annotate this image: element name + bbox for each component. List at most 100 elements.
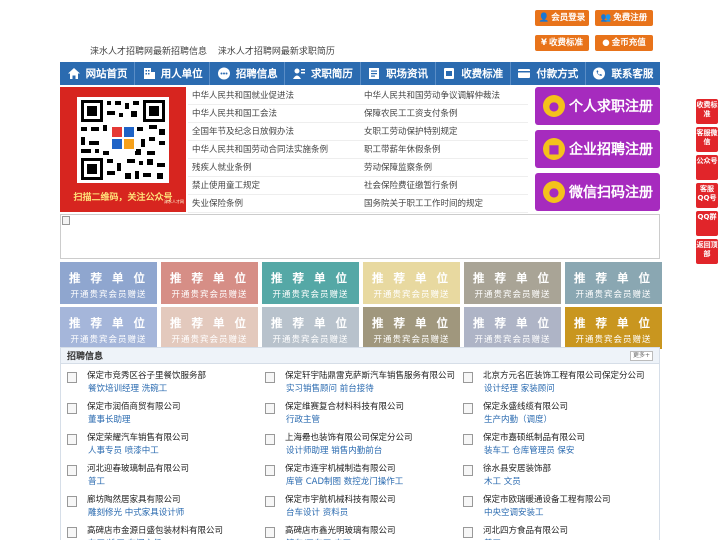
job-positions[interactable]: 库管 CAD制图 数控龙门操作工	[286, 475, 403, 487]
law-link[interactable]: 职工带薪年休假条例	[364, 141, 441, 159]
job-positions[interactable]: 生产内勤（调度）	[484, 413, 552, 425]
recommended-unit-slot[interactable]: 推 荐 单 位开通贵宾会员赠送	[262, 307, 359, 349]
float-qq-group[interactable]: QQ群	[696, 211, 718, 236]
company-name[interactable]: 保定市宇航机械科技有限公司	[285, 493, 396, 505]
nav-contact[interactable]: 联系客服	[586, 62, 660, 85]
job-positions[interactable]: 台车设计 资料员	[286, 506, 348, 518]
float-back-to-top[interactable]: 返回顶部	[696, 239, 718, 264]
job-item[interactable]: 河北迎春玻璃制品有限公司 普工	[61, 462, 257, 493]
law-link[interactable]: 女职工劳动保护特别规定	[364, 123, 458, 141]
law-link[interactable]: 禁止使用童工规定	[192, 177, 260, 195]
recommended-unit-slot[interactable]: 推 荐 单 位开通贵宾会员赠送	[565, 262, 662, 304]
recommended-unit-slot[interactable]: 推 荐 单 位开通贵宾会员赠送	[363, 307, 460, 349]
wechat-register-button[interactable]: ● 微信扫码注册	[535, 173, 660, 211]
login-button[interactable]: 👤 会员登录	[535, 10, 589, 26]
recommended-unit-slot[interactable]: 推 荐 单 位开通贵宾会员赠送	[464, 307, 561, 349]
company-name[interactable]: 保定永盛线缆有限公司	[483, 400, 568, 412]
job-positions[interactable]: 设计经理 家装顾问	[484, 382, 555, 394]
fee-standard-button[interactable]: ¥ 收费标准	[535, 35, 589, 51]
company-name[interactable]: 徐水县安居装饰部	[483, 462, 551, 474]
company-register-button[interactable]: ■ 企业招聘注册	[535, 130, 660, 168]
job-positions[interactable]: 人事专员 喷漆中工	[88, 444, 159, 456]
float-service-qq[interactable]: 客服QQ号	[696, 183, 718, 208]
float-official-account[interactable]: 公众号	[696, 155, 718, 180]
company-name[interactable]: 保定市连宇机械制造有限公司	[285, 462, 396, 474]
job-item[interactable]: 北京方元名匠装饰工程有限公司保定分公司 设计经理 家装顾问	[457, 369, 653, 400]
nav-payment[interactable]: 付款方式	[511, 62, 585, 85]
law-link[interactable]: 劳动保障监察条例	[364, 159, 432, 177]
header-link-latest-jobs[interactable]: 涞水人才招聘网最新招聘信息	[90, 47, 207, 57]
job-positions[interactable]: 实习销售顾问 前台接待	[286, 382, 374, 394]
register-button[interactable]: 👥 免费注册	[595, 10, 653, 26]
job-positions[interactable]: 普工	[88, 475, 105, 487]
float-service-wechat[interactable]: 客服微信	[696, 127, 718, 152]
job-positions[interactable]: 中央空调安装工	[484, 506, 544, 518]
company-name[interactable]: 保定市嘉硕纸制品有限公司	[483, 431, 585, 443]
law-link[interactable]: 中华人民共和国就业促进法	[192, 87, 294, 105]
job-positions[interactable]: 董事长助理	[88, 413, 131, 425]
law-link[interactable]: 社会保险费征缴暂行条例	[364, 177, 458, 195]
company-name[interactable]: 河北迎春玻璃制品有限公司	[87, 462, 189, 474]
job-positions[interactable]: 木工 文员	[484, 475, 521, 487]
company-name[interactable]: 保定轩宇陆鼎雷克萨斯汽车销售服务有限公司	[285, 369, 455, 381]
company-name[interactable]: 廊坊陶然居家具有限公司	[87, 493, 181, 505]
nav-news[interactable]: 职场资讯	[361, 62, 435, 85]
nav-employers[interactable]: 用人单位	[135, 62, 209, 85]
law-link[interactable]: 全国年节及纪念日放假办法	[192, 123, 294, 141]
law-link[interactable]: 中华人民共和国劳动争议调解仲裁法	[364, 87, 500, 105]
company-name[interactable]: 高碑店市鑫光明玻璃有限公司	[285, 524, 396, 536]
header-link-latest-resumes[interactable]: 涞水人才招聘网最新求职简历	[218, 47, 335, 57]
job-item[interactable]: 保定荣耀汽车销售有限公司 人事专员 喷漆中工	[61, 431, 257, 462]
float-fee-standard[interactable]: 收费标准	[696, 99, 718, 124]
company-name[interactable]: 河北四方食品有限公司	[483, 524, 568, 536]
job-item[interactable]: 保定市连宇机械制造有限公司 库管 CAD制图 数控龙门操作工	[259, 462, 455, 493]
job-positions[interactable]: 装车工 仓库管理员 保安	[484, 444, 574, 456]
nav-fees[interactable]: 收费标准	[436, 62, 510, 85]
job-item[interactable]: 高碑店市鑫光明玻璃有限公司铲车/叉车工 电工	[259, 524, 455, 540]
company-name[interactable]: 高碑店市金源日盛包装材料有限公司	[87, 524, 223, 536]
nav-resumes[interactable]: 求职简历	[285, 62, 359, 85]
company-name[interactable]: 保定荣耀汽车销售有限公司	[87, 431, 189, 443]
job-positions[interactable]: 设计师助理 销售内勤前台	[286, 444, 382, 456]
law-link[interactable]: 中华人民共和国劳动合同法实施条例	[192, 141, 328, 159]
law-link[interactable]: 残疾人就业条例	[192, 159, 252, 177]
recommended-unit-slot[interactable]: 推 荐 单 位开通贵宾会员赠送	[60, 262, 157, 304]
recommended-unit-slot[interactable]: 推 荐 单 位开通贵宾会员赠送	[161, 262, 258, 304]
recommended-unit-slot[interactable]: 推 荐 单 位开通贵宾会员赠送	[161, 307, 258, 349]
job-item[interactable]: 上海罍也装饰有限公司保定分公司 设计师助理 销售内勤前台	[259, 431, 455, 462]
job-positions[interactable]: 雕刻修光 中式家具设计师	[88, 506, 184, 518]
job-positions[interactable]: 餐饮培训经理 洗碗工	[88, 382, 167, 394]
company-name[interactable]: 保定市欧瑞暖通设备工程有限公司	[483, 493, 611, 505]
job-item[interactable]: 保定永盛线缆有限公司 生产内勤（调度）	[457, 400, 653, 431]
job-item[interactable]: 保定市竞秀区谷子里餐饮服务部 餐饮培训经理 洗碗工	[61, 369, 257, 400]
recommended-unit-slot[interactable]: 推 荐 单 位开通贵宾会员赠送	[262, 262, 359, 304]
job-item[interactable]: 廊坊陶然居家具有限公司 雕刻修光 中式家具设计师	[61, 493, 257, 524]
job-item[interactable]: 河北四方食品有限公司普工	[457, 524, 653, 540]
recommended-unit-slot[interactable]: 推 荐 单 位开通贵宾会员赠送	[464, 262, 561, 304]
recommended-unit-slot[interactable]: 推 荐 单 位开通贵宾会员赠送	[565, 307, 662, 349]
job-item[interactable]: 保定轩宇陆鼎雷克萨斯汽车销售服务有限公司 实习销售顾问 前台接待	[259, 369, 455, 400]
job-item[interactable]: 高碑店市金源日盛包装材料有限公司车工/铣工 车间主任	[61, 524, 257, 540]
personal-register-button[interactable]: ● 个人求职注册	[535, 87, 660, 125]
recommended-unit-slot[interactable]: 推 荐 单 位开通贵宾会员赠送	[60, 307, 157, 349]
coin-recharge-button[interactable]: ● 金币充值	[595, 35, 653, 51]
job-item[interactable]: 保定维赛复合材料科技有限公司 行政主管	[259, 400, 455, 431]
company-name[interactable]: 上海罍也装饰有限公司保定分公司	[285, 431, 413, 443]
law-link[interactable]: 中华人民共和国工会法	[192, 105, 277, 123]
ad-banner[interactable]	[60, 214, 660, 259]
nav-jobs[interactable]: 招聘信息	[210, 62, 284, 85]
job-item[interactable]: 保定市嘉硕纸制品有限公司 装车工 仓库管理员 保安	[457, 431, 653, 462]
law-link[interactable]: 国务院关于职工工作时间的规定	[364, 195, 483, 213]
law-link[interactable]: 保障农民工工资支付条例	[364, 105, 458, 123]
recommended-unit-slot[interactable]: 推 荐 单 位开通贵宾会员赠送	[363, 262, 460, 304]
job-item[interactable]: 保定市润佰商贸有限公司 董事长助理	[61, 400, 257, 431]
company-name[interactable]: 保定市润佰商贸有限公司	[87, 400, 181, 412]
job-item[interactable]: 徐水县安居装饰部 木工 文员	[457, 462, 653, 493]
company-name[interactable]: 保定维赛复合材料科技有限公司	[285, 400, 404, 412]
nav-home[interactable]: 网站首页	[60, 62, 134, 85]
law-link[interactable]: 失业保险条例	[192, 195, 243, 213]
job-item[interactable]: 保定市宇航机械科技有限公司 台车设计 资料员	[259, 493, 455, 524]
company-name[interactable]: 北京方元名匠装饰工程有限公司保定分公司	[483, 369, 645, 381]
job-positions[interactable]: 行政主管	[286, 413, 320, 425]
more-link[interactable]: 更多+	[629, 351, 653, 361]
